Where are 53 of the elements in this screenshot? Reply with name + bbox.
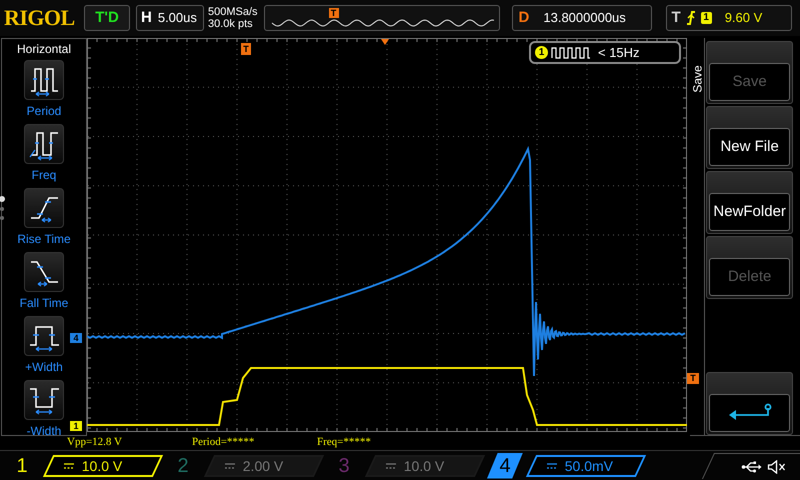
frequency-reading: < 15Hz xyxy=(598,44,640,62)
timebase-value: 5.00us xyxy=(158,9,197,28)
trigger-box[interactable]: T 1 9.60 V xyxy=(666,5,792,31)
channel-scale-box[interactable]: 50.0mV xyxy=(526,454,646,476)
menu-button[interactable]: New File xyxy=(706,106,794,170)
trigger-label: T xyxy=(672,8,681,28)
usb-icon xyxy=(742,460,762,472)
trigger-source: 1 xyxy=(700,12,712,24)
menu-title: Save xyxy=(690,65,706,93)
channel-scale: 10.0 V xyxy=(404,456,444,475)
trigger-level-marker: T xyxy=(687,373,699,384)
dc-coupling-icon xyxy=(225,462,235,468)
speaker-muted-icon xyxy=(768,459,786,473)
delay-value: 13.8000000us xyxy=(543,9,626,28)
measure-item[interactable]: Period xyxy=(2,60,86,120)
channel-badge: 1 xyxy=(535,46,548,59)
timebase-box[interactable]: H 5.00us xyxy=(136,5,204,31)
channel-marker: 4 xyxy=(70,333,82,343)
horizontal-label: H xyxy=(141,8,152,28)
dc-coupling-icon xyxy=(386,462,396,468)
trigger-level: 9.60 V xyxy=(724,9,762,28)
square-wave-icon xyxy=(551,46,591,58)
channel-scale-box[interactable]: 2.00 V xyxy=(204,454,324,476)
measure-item[interactable]: Freq xyxy=(2,124,86,184)
channel-scale: 2.00 V xyxy=(243,456,284,475)
channel-scale: 10.0 V xyxy=(82,456,122,475)
dc-coupling-icon xyxy=(64,462,74,468)
measure-item[interactable]: Rise Time xyxy=(2,188,86,248)
channel-number[interactable]: 4 xyxy=(487,452,523,478)
trigger-position-marker: T xyxy=(241,43,251,55)
delay-label: D xyxy=(518,8,530,28)
delay-box[interactable]: D 13.8000000us xyxy=(512,5,652,31)
channel-number[interactable]: 1 xyxy=(4,452,40,478)
memory-depth: 30.0k pts xyxy=(208,18,254,30)
menu-title: Horizontal xyxy=(16,41,72,56)
channel-number[interactable]: 2 xyxy=(165,452,201,478)
sample-rate: 500MSa/s xyxy=(208,6,258,18)
center-marker-icon xyxy=(381,39,389,45)
rising-edge-icon xyxy=(686,11,696,25)
back-button[interactable] xyxy=(706,372,794,435)
menu-button[interactable]: NewFolder xyxy=(706,171,794,234)
channel-scale-box[interactable]: 10.0 V xyxy=(42,454,164,476)
channel-scale-box[interactable]: 10.0 V xyxy=(364,454,486,476)
measurement-readout: Freq=***** xyxy=(317,434,372,450)
channel-scale: 50.0mV xyxy=(565,456,614,475)
brand-logo: RIGOL xyxy=(4,7,76,29)
channel-marker: 1 xyxy=(70,421,82,431)
dc-coupling-icon xyxy=(547,462,557,468)
measurement-readout: Vpp=12.8 V xyxy=(67,434,123,450)
run-status: T'D xyxy=(84,5,130,31)
measure-item[interactable]: Fall Time xyxy=(2,252,86,312)
measurement-readout: Period=***** xyxy=(192,434,256,450)
trigger-position-marker: T xyxy=(328,8,339,18)
